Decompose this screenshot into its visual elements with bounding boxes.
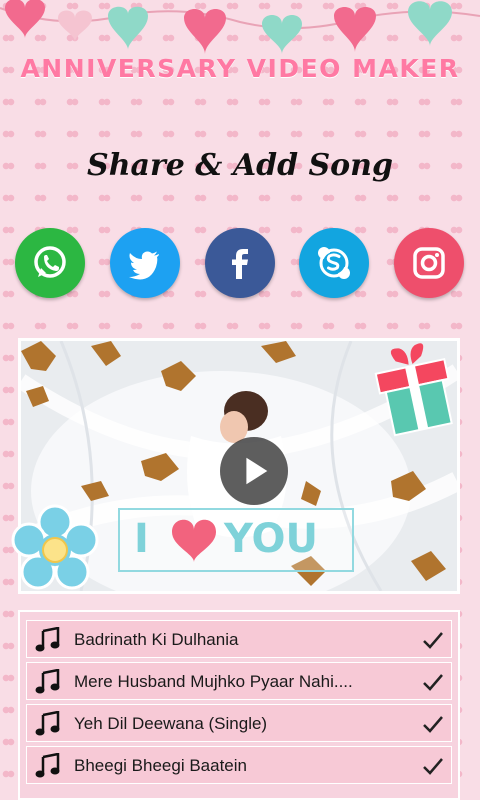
heart-icon [184, 9, 226, 54]
share-buttons-row [12, 228, 468, 300]
heart-icon [262, 15, 302, 54]
heart-icon [58, 10, 92, 42]
love-label-left: I [134, 516, 149, 562]
song-title: Badrinath Ki Dulhania [74, 630, 239, 649]
facebook-icon [232, 249, 248, 279]
checkmark-icon[interactable] [421, 754, 445, 778]
song-row[interactable]: Badrinath Ki Dulhania [26, 620, 452, 658]
flower-icon [11, 504, 99, 590]
song-title: Mere Husband Mujhko Pyaar Nahi.... [74, 672, 353, 691]
skype-icon [318, 247, 350, 279]
song-list: Badrinath Ki Dulhania Mere Husband Mujhk… [18, 610, 460, 800]
song-title: Yeh Dil Deewana (Single) [74, 714, 268, 733]
play-icon [246, 457, 268, 485]
twitter-share-button[interactable] [110, 228, 180, 298]
section-heading: Share & Add Song [87, 148, 393, 183]
checkmark-icon[interactable] [421, 628, 445, 652]
checkmark-icon[interactable] [421, 670, 445, 694]
app-title: ANNIVERSARY VIDEO MAKER [20, 54, 460, 83]
facebook-share-button[interactable] [205, 228, 275, 298]
music-note-icon [35, 627, 60, 652]
checkmark-icon[interactable] [421, 712, 445, 736]
i-love-you-sticker: I YOU [118, 508, 354, 572]
whatsapp-icon [34, 246, 66, 278]
heart-icon [108, 6, 148, 50]
instagram-icon [413, 247, 445, 279]
whatsapp-share-button[interactable] [15, 228, 85, 298]
song-title: Bheegi Bheegi Baatein [74, 756, 247, 775]
song-row[interactable]: Yeh Dil Deewana (Single) [26, 704, 452, 742]
play-button[interactable] [220, 437, 288, 505]
song-row[interactable]: Bheegi Bheegi Baatein [26, 746, 452, 784]
music-note-icon [35, 711, 60, 736]
song-row[interactable]: Mere Husband Mujhko Pyaar Nahi.... [26, 662, 452, 700]
music-note-icon [35, 753, 60, 778]
instagram-share-button[interactable] [394, 228, 464, 298]
heart-icon [334, 7, 376, 52]
love-label-right: YOU [224, 516, 319, 562]
heart-icon [172, 519, 216, 562]
heart-icon [408, 1, 452, 47]
heart-icon [5, 0, 45, 38]
music-note-icon [35, 669, 60, 694]
twitter-icon [129, 251, 159, 280]
heart-garland-banner [0, 0, 480, 54]
skype-share-button[interactable] [299, 228, 369, 298]
gift-icon [374, 343, 453, 437]
